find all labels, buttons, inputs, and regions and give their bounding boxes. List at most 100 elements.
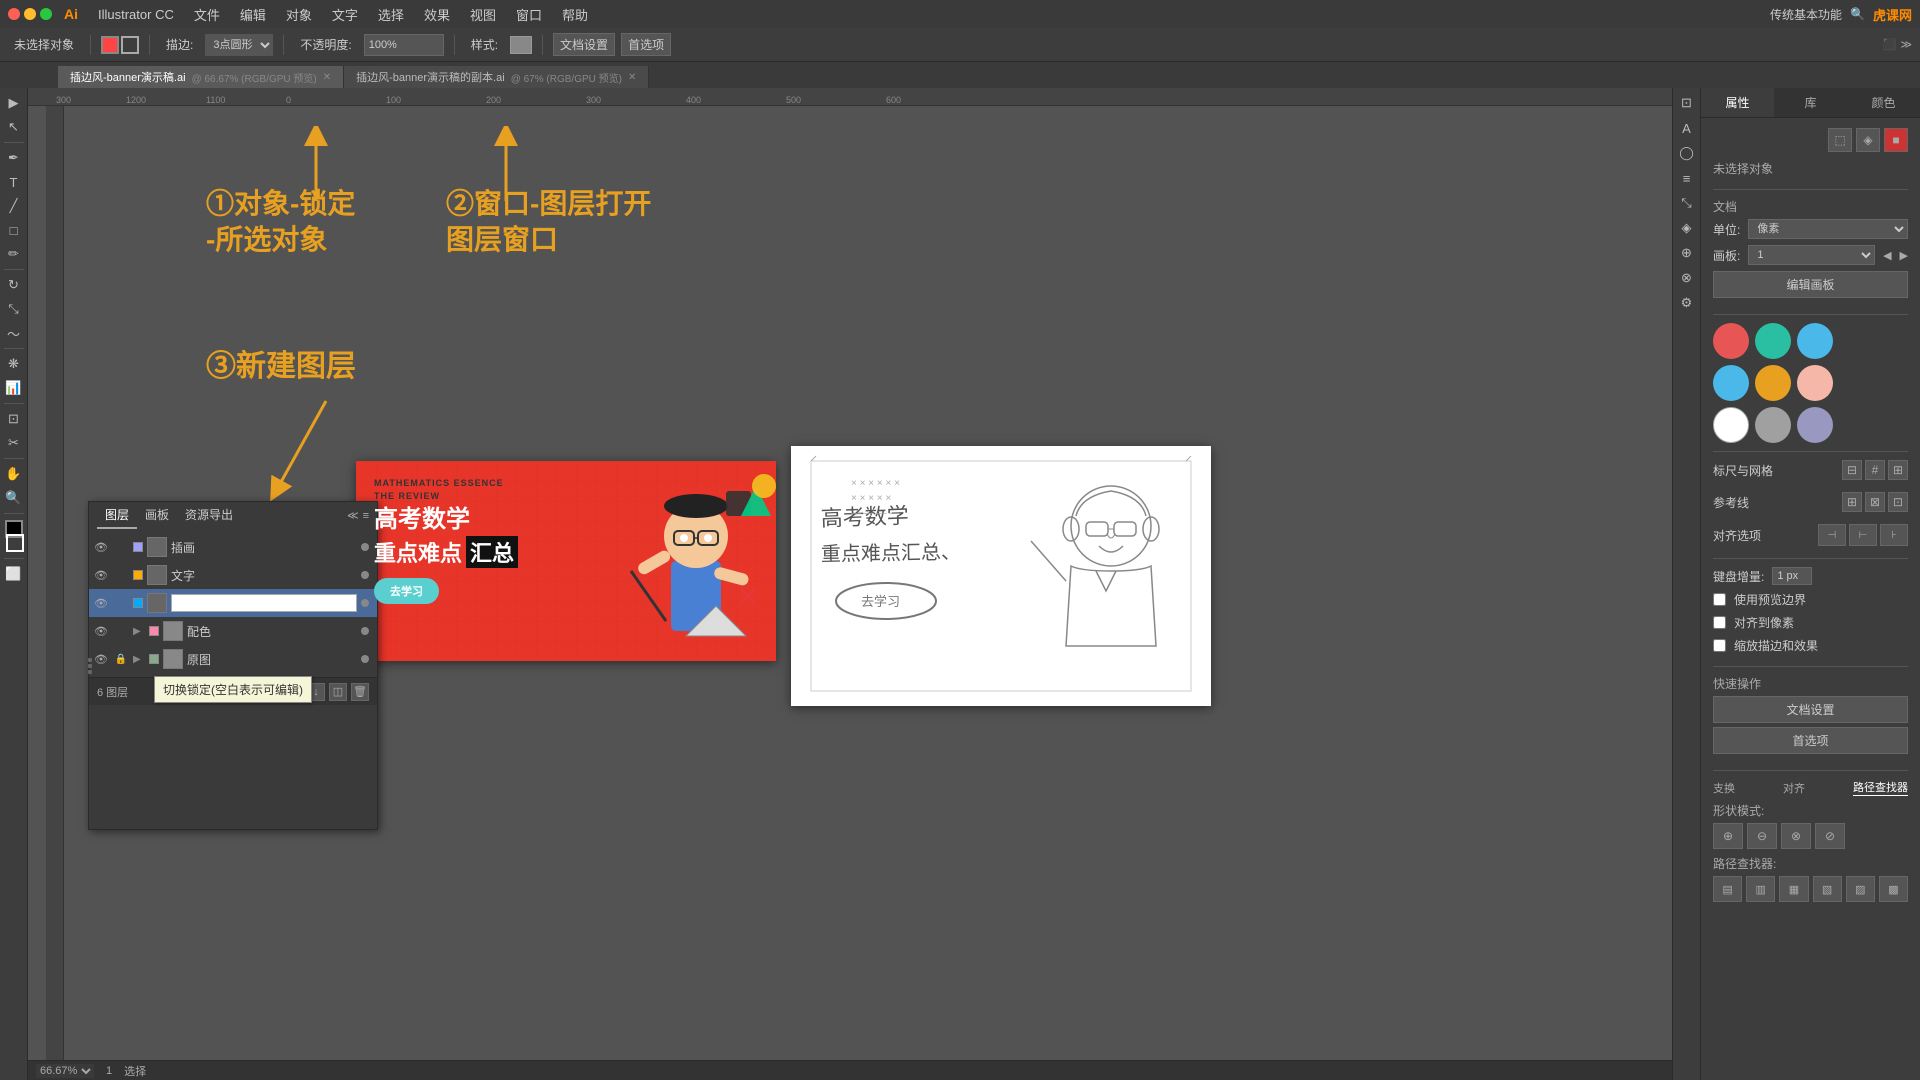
color-peach[interactable] — [1797, 365, 1833, 401]
layer-eye-yuantu[interactable]: 👁 — [93, 651, 109, 667]
pencil-tool[interactable]: ✏ — [3, 243, 25, 265]
rp-tab-library[interactable]: 库 — [1774, 88, 1847, 117]
rt-icon2[interactable]: A — [1676, 117, 1698, 139]
stroke-swatch[interactable] — [6, 534, 24, 552]
align-tab[interactable]: 对齐 — [1783, 780, 1805, 796]
fill-color[interactable] — [101, 36, 119, 54]
stroke-select[interactable]: 3点圆形 — [205, 34, 273, 56]
pen-tool[interactable]: ✒ — [3, 147, 25, 169]
layer-lock-yuantu[interactable]: 🔒 — [113, 651, 129, 667]
quick-preferences-btn[interactable]: 首选项 — [1713, 727, 1908, 754]
doc-settings-btn[interactable]: 文档设置 — [553, 33, 615, 56]
rt-icon1[interactable]: ⊡ — [1676, 92, 1698, 114]
tab-2[interactable]: 插边风-banner演示稿的副本.ai @ 67% (RGB/GPU 预览) ✕ — [344, 66, 649, 88]
edit-artboard-btn[interactable]: 编辑画板 — [1713, 271, 1908, 298]
rp-tab-color[interactable]: 颜色 — [1847, 88, 1920, 117]
rt-icon5[interactable]: ⤡ — [1676, 192, 1698, 214]
text-tool[interactable]: T — [3, 171, 25, 193]
menu-item-file[interactable]: 文件 — [186, 5, 228, 24]
hand-tool[interactable]: ✋ — [3, 463, 25, 485]
tab-1-close[interactable]: ✕ — [323, 72, 331, 83]
panel-tab-artboards[interactable]: 画板 — [137, 502, 177, 529]
align-right[interactable]: ⊦ — [1880, 524, 1908, 546]
layer-row-wenzi[interactable]: 👁 文字 — [89, 561, 377, 589]
layer-eye-peise[interactable]: 👁 — [93, 623, 109, 639]
unite-btn[interactable]: ⊕ — [1713, 823, 1743, 849]
canvas-area[interactable]: 300 1200 1100 0 100 200 300 400 500 600 … — [28, 88, 1700, 1080]
minimize-button[interactable] — [24, 8, 36, 20]
preview-bounds-checkbox[interactable] — [1713, 593, 1726, 606]
menu-item-view[interactable]: 视图 — [462, 5, 504, 24]
artboard-next[interactable]: ▶ — [1900, 249, 1908, 262]
menu-item-text[interactable]: 文字 — [324, 5, 366, 24]
grid-icon[interactable]: # — [1865, 460, 1885, 480]
arrange-icon[interactable]: ⬛ — [1883, 38, 1897, 51]
maximize-button[interactable] — [40, 8, 52, 20]
merge-btn[interactable]: ▦ — [1779, 876, 1808, 902]
color-gray[interactable] — [1755, 407, 1791, 443]
align-center-h[interactable]: ⊢ — [1849, 524, 1877, 546]
trim-btn[interactable]: ▥ — [1746, 876, 1775, 902]
tab-1[interactable]: 插边风-banner演示稿.ai @ 66.67% (RGB/GPU 预览) ✕ — [58, 66, 344, 88]
delete-layer-btn[interactable]: 🗑 — [351, 683, 369, 701]
scale-tool[interactable]: ⤡ — [3, 298, 25, 320]
selection-tool[interactable]: ▶ — [3, 92, 25, 114]
layer-eye-editing[interactable]: 👁 — [93, 595, 109, 611]
panel-tab-layers[interactable]: 图层 — [97, 502, 137, 529]
color-lightblue[interactable] — [1797, 323, 1833, 359]
menu-item-object[interactable]: 对象 — [278, 5, 320, 24]
search-icon[interactable]: 🔍 — [1850, 7, 1865, 21]
guide-icon1[interactable]: ⊞ — [1842, 492, 1862, 512]
crop-btn[interactable]: ▧ — [1813, 876, 1842, 902]
guide-icon2[interactable]: ⊠ — [1865, 492, 1885, 512]
panel-tab-assets[interactable]: 资源导出 — [177, 502, 241, 529]
close-button[interactable] — [8, 8, 20, 20]
artboard-select[interactable]: 1 — [1748, 245, 1875, 265]
minus-back-btn[interactable]: ▩ — [1879, 876, 1908, 902]
color-icon[interactable]: ■ — [1884, 128, 1908, 152]
ruler-icon[interactable]: ⊟ — [1842, 460, 1862, 480]
color-white[interactable] — [1713, 407, 1749, 443]
slice-tool[interactable]: ✂ — [3, 432, 25, 454]
stroke-color[interactable] — [121, 36, 139, 54]
menu-item-effect[interactable]: 效果 — [416, 5, 458, 24]
layer-row-yuantu[interactable]: 👁 🔒 ▶ 原图 — [89, 645, 377, 673]
zoom-select[interactable]: 66.67% — [36, 1064, 94, 1078]
rt-icon4[interactable]: ≡ — [1676, 167, 1698, 189]
menu-item-edit[interactable]: 编辑 — [232, 5, 274, 24]
layer-lock-wenzi[interactable] — [113, 567, 129, 583]
divide-btn[interactable]: ▤ — [1713, 876, 1742, 902]
rt-icon8[interactable]: ⊗ — [1676, 267, 1698, 289]
layer-eye-wenzi[interactable]: 👁 — [93, 567, 109, 583]
direct-selection-tool[interactable]: ↖ — [3, 116, 25, 138]
zoom-tool[interactable]: 🔍 — [3, 487, 25, 509]
artboard-prev[interactable]: ◀ — [1883, 249, 1891, 262]
layer-row-peise[interactable]: 👁 ▶ 配色 — [89, 617, 377, 645]
rp-tab-properties[interactable]: 属性 — [1701, 88, 1774, 117]
opacity-input[interactable] — [364, 34, 444, 56]
guides-grid-icon[interactable]: ⊞ — [1888, 460, 1908, 480]
minus-front-btn[interactable]: ⊖ — [1747, 823, 1777, 849]
move-to-btn[interactable]: ↓ — [307, 683, 325, 701]
layer-eye-chuhua[interactable]: 👁 — [93, 539, 109, 555]
quick-doc-settings-btn[interactable]: 文档设置 — [1713, 696, 1908, 723]
pathfinder-tab[interactable]: 路径查找器 — [1853, 779, 1908, 796]
color-purple-gray[interactable] — [1797, 407, 1833, 443]
panel-menu[interactable]: ≡ — [363, 510, 369, 522]
intersect-btn[interactable]: ⊗ — [1781, 823, 1811, 849]
column-graph-tool[interactable]: 📊 — [3, 377, 25, 399]
keyboard-input[interactable] — [1772, 567, 1812, 585]
rt-icon6[interactable]: ◈ — [1676, 217, 1698, 239]
exclude-btn[interactable]: ⊘ — [1815, 823, 1845, 849]
outline-btn[interactable]: ▨ — [1846, 876, 1875, 902]
layer-row-editing[interactable]: 👁 — [89, 589, 377, 617]
snap-effects-checkbox[interactable] — [1713, 639, 1726, 652]
layer-expand-peise[interactable]: ▶ — [133, 626, 145, 637]
screen-mode[interactable]: ⬜ — [3, 563, 25, 585]
warp-tool[interactable]: 〜 — [3, 322, 25, 344]
color-red[interactable] — [1713, 323, 1749, 359]
preferences-btn[interactable]: 首选项 — [621, 33, 671, 56]
menu-item-select[interactable]: 选择 — [370, 5, 412, 24]
unit-select[interactable]: 像素 — [1748, 219, 1908, 239]
line-tool[interactable]: ╱ — [3, 195, 25, 217]
